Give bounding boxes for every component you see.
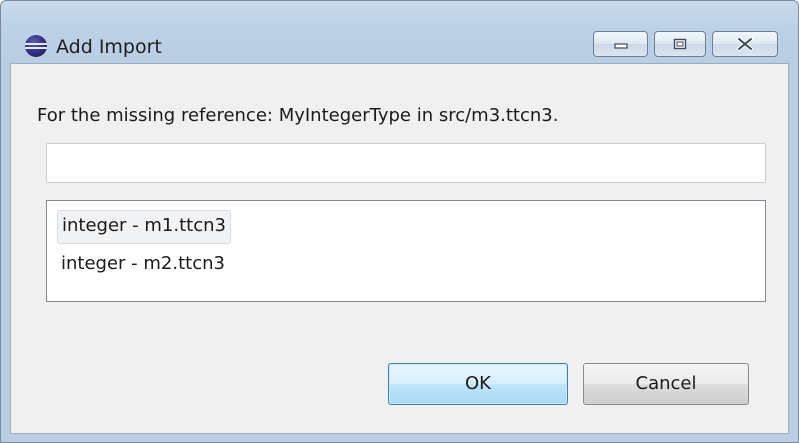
minimize-icon (613, 43, 628, 49)
maximize-icon (673, 38, 687, 50)
filter-input[interactable] (46, 143, 766, 183)
import-candidates-list[interactable]: integer - m1.ttcn3 integer - m2.ttcn3 (46, 200, 766, 302)
minimize-button[interactable] (593, 31, 648, 57)
list-item[interactable]: integer - m2.ttcn3 (57, 248, 229, 280)
missing-reference-message: For the missing reference: MyIntegerType… (37, 105, 559, 126)
ok-button[interactable]: OK (388, 363, 568, 405)
list-item[interactable]: integer - m1.ttcn3 (57, 210, 231, 244)
cancel-button[interactable]: Cancel (583, 363, 749, 405)
maximize-button[interactable] (654, 31, 706, 57)
window-title: Add Import (56, 36, 162, 58)
close-icon (737, 37, 753, 51)
close-button[interactable] (712, 31, 778, 57)
title-bar[interactable]: Add Import (1, 1, 798, 63)
eclipse-icon (25, 35, 47, 57)
